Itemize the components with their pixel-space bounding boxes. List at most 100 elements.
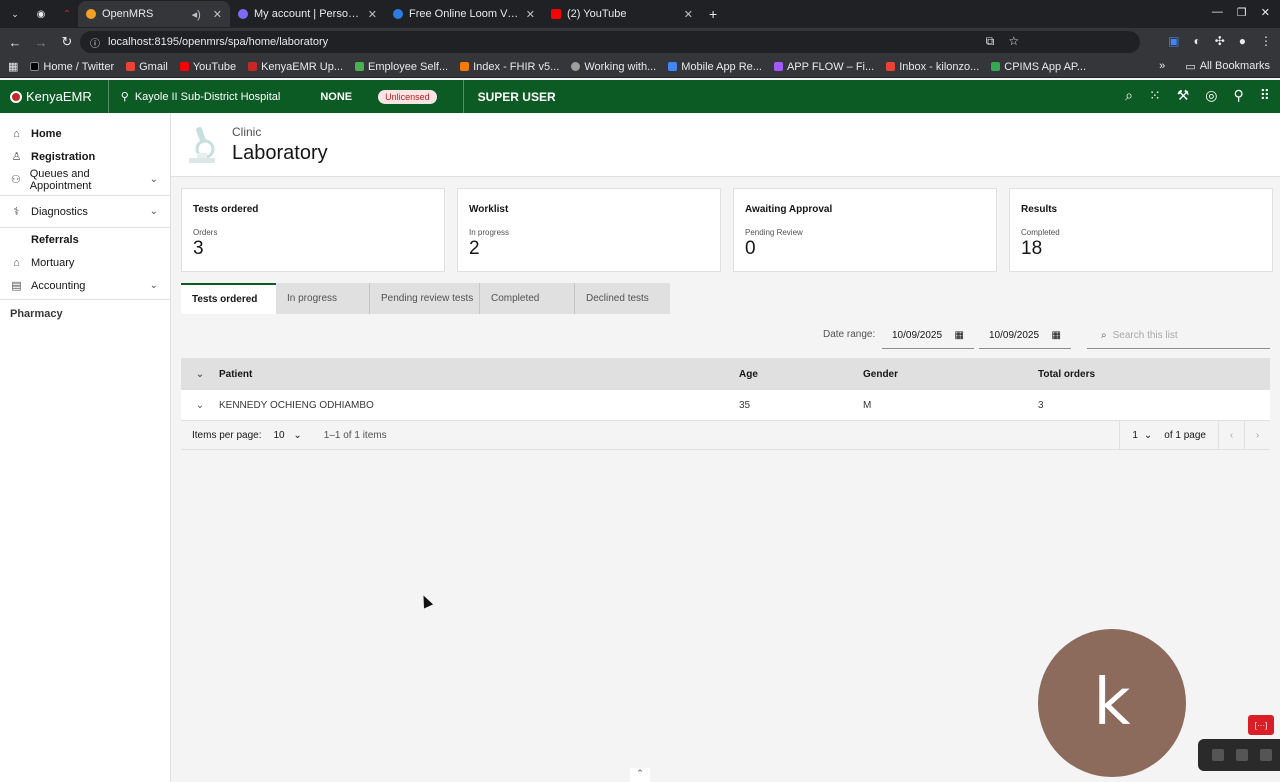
calendar-icon[interactable]: ▦	[1052, 330, 1061, 341]
page-select[interactable]: 1 ⌄	[1119, 421, 1164, 450]
extension-icon[interactable]: ⌃	[56, 9, 78, 20]
location-selector[interactable]: ⚲ Kayole II Sub-District Hospital	[107, 80, 280, 113]
brand-logo[interactable]: KenyaEMR	[0, 89, 92, 104]
close-window-icon[interactable]: ✕	[1261, 6, 1270, 19]
table-row[interactable]: ⌄ KENNEDY OCHIENG ODHIAMBO 35 M 3	[181, 390, 1270, 421]
browser-tab[interactable]: OpenMRS ◂) ✕	[78, 1, 230, 27]
bookmark-item[interactable]: Index - FHIR v5...	[460, 61, 559, 73]
grid-icon[interactable]: ⁙	[1149, 87, 1161, 104]
close-tab-icon[interactable]: ✕	[526, 8, 535, 21]
sidebar-item-pharmacy[interactable]: Pharmacy	[0, 302, 170, 325]
end-date-input[interactable]: 10/09/2025 ▦	[979, 322, 1071, 349]
sidebar-item-diagnostics[interactable]: ⚕ Diagnostics ⌄	[0, 200, 170, 223]
bookmark-item[interactable]: YouTube	[179, 60, 237, 73]
sidebar-item-mortuary[interactable]: ⌂ Mortuary	[0, 251, 170, 274]
sidebar-item-accounting[interactable]: ▤ Accounting ⌄	[0, 274, 170, 297]
next-page-button[interactable]: ›	[1244, 421, 1270, 450]
tools-icon[interactable]: ⚒	[1177, 87, 1190, 104]
speaker-icon[interactable]: ◂)	[192, 8, 201, 21]
tab-declined[interactable]: Declined tests	[575, 283, 670, 314]
calculator-icon: ▤	[11, 280, 22, 292]
restart-icon[interactable]	[1260, 749, 1272, 761]
column-header[interactable]: Age	[739, 369, 863, 380]
chevron-down-icon[interactable]: ⌄	[150, 174, 158, 185]
tab-tests-ordered[interactable]: Tests ordered	[181, 283, 276, 314]
close-tab-icon[interactable]: ✕	[213, 8, 222, 21]
sidebar-item-queues[interactable]: ⚇ Queues and Appointment ⌄	[0, 168, 170, 192]
restore-icon[interactable]: ❐	[1237, 6, 1247, 19]
bookmark-item[interactable]: Employee Self...	[355, 61, 448, 73]
browser-tab[interactable]: Free Online Loom Video ✕	[385, 1, 543, 27]
url-field[interactable]: ⓘ localhost:8195/openmrs/spa/home/labora…	[80, 31, 1140, 53]
building-icon: ⌂	[13, 256, 20, 269]
back-icon[interactable]: ←	[4, 35, 26, 50]
minimize-icon[interactable]: —	[1212, 6, 1223, 19]
app-switcher-icon[interactable]: ⠿	[1260, 87, 1270, 104]
location-pin-icon: ⚲	[120, 91, 129, 103]
chevron-right-icon[interactable]: »	[1159, 60, 1165, 73]
bookmark-item[interactable]: Gmail	[126, 61, 168, 73]
divider	[0, 195, 170, 196]
user-avatar-icon[interactable]: ◎	[1205, 87, 1217, 104]
expand-row-icon[interactable]: ⌄	[181, 400, 219, 411]
add-user-icon[interactable]: ⚲	[1233, 87, 1243, 104]
install-icon[interactable]: ⧉	[986, 34, 995, 49]
column-header[interactable]: Gender	[863, 369, 1038, 380]
calendar-icon[interactable]: ▦	[955, 330, 964, 341]
bookmark-label: Index - FHIR v5...	[473, 60, 560, 73]
site-info-icon[interactable]: ⓘ	[90, 35, 100, 50]
extension-badge-icon[interactable]: ▣	[1168, 34, 1179, 49]
puzzle-icon[interactable]: ✣	[1215, 34, 1225, 49]
tab-completed[interactable]: Completed	[480, 283, 575, 314]
extension-icon[interactable]: ◐	[1193, 34, 1200, 49]
environment-label: NONE	[320, 90, 353, 103]
search-input[interactable]: ⌕ Search this list	[1087, 322, 1270, 349]
chevron-down-icon[interactable]: ⌄	[150, 206, 158, 217]
bookmark-item[interactable]: Working with...	[571, 61, 656, 73]
lab-tabs: Tests ordered In progress Pending review…	[181, 283, 670, 314]
column-header[interactable]: Total orders	[1038, 369, 1270, 380]
stop-icon[interactable]	[1212, 749, 1224, 761]
profile-icon[interactable]: ●	[1239, 34, 1246, 49]
gender-cell: M	[863, 399, 872, 411]
sidebar-item-referrals[interactable]: Referrals	[0, 228, 170, 251]
window-controls: — ❐ ✕	[1212, 6, 1270, 19]
bookmark-item[interactable]: CPIMS App AP...	[991, 61, 1086, 73]
bookmark-item[interactable]: APP FLOW – Fi...	[773, 61, 874, 73]
start-date-input[interactable]: 10/09/2025 ▦	[882, 322, 974, 349]
all-bookmarks[interactable]: » ▭ All Bookmarks	[1159, 60, 1270, 73]
search-icon[interactable]: ⌕	[1125, 87, 1133, 104]
browser-tab[interactable]: My account | Personal Se ✕	[230, 1, 385, 27]
browser-tab[interactable]: (2) YouTube ✕	[543, 1, 701, 27]
reload-icon[interactable]: ↻	[56, 34, 78, 50]
recording-badge[interactable]: [···]	[1248, 715, 1274, 735]
menu-icon[interactable]: ⋮	[1260, 34, 1272, 49]
all-bookmarks-label: All Bookmarks	[1199, 60, 1270, 72]
close-tab-icon[interactable]: ✕	[368, 8, 377, 21]
close-tab-icon[interactable]: ✕	[684, 8, 693, 21]
sidebar-item-registration[interactable]: ♙ Registration	[0, 145, 170, 168]
tab-in-progress[interactable]: In progress	[276, 283, 370, 314]
bookmark-star-icon[interactable]: ☆	[1008, 34, 1019, 49]
pause-icon[interactable]	[1236, 749, 1248, 761]
bookmark-item[interactable]: Home / Twitter	[30, 61, 114, 73]
bookmark-item[interactable]: KenyaEMR Up...	[248, 61, 343, 73]
sidebar-item-home[interactable]: ⌂ Home	[0, 122, 170, 145]
scroll-up-icon[interactable]: ⌃	[630, 768, 650, 782]
bookmark-item[interactable]: Inbox - kilonzo...	[886, 61, 979, 73]
record-icon[interactable]: ◉	[30, 9, 52, 20]
forward-icon[interactable]: →	[30, 35, 52, 50]
bookmark-label: YouTube	[192, 60, 237, 73]
previous-page-button[interactable]: ‹	[1218, 421, 1244, 450]
column-header[interactable]: Patient	[219, 369, 739, 380]
orders-panel: Date range: 10/09/2025 ▦ 10/09/2025 ▦ ⌕ …	[181, 314, 1270, 450]
tab-search-icon[interactable]: ⌄	[4, 9, 26, 20]
items-per-page-select[interactable]: 10 ⌄	[273, 430, 301, 441]
chevron-down-icon[interactable]: ⌄	[150, 280, 158, 291]
expand-all-icon[interactable]: ⌄	[181, 369, 219, 380]
tab-pending-review[interactable]: Pending review tests	[370, 283, 480, 314]
page-value: 1	[1132, 430, 1138, 441]
new-tab-button[interactable]: +	[701, 1, 725, 27]
apps-icon[interactable]: ▦	[8, 60, 18, 73]
bookmark-item[interactable]: Mobile App Re...	[668, 61, 762, 73]
